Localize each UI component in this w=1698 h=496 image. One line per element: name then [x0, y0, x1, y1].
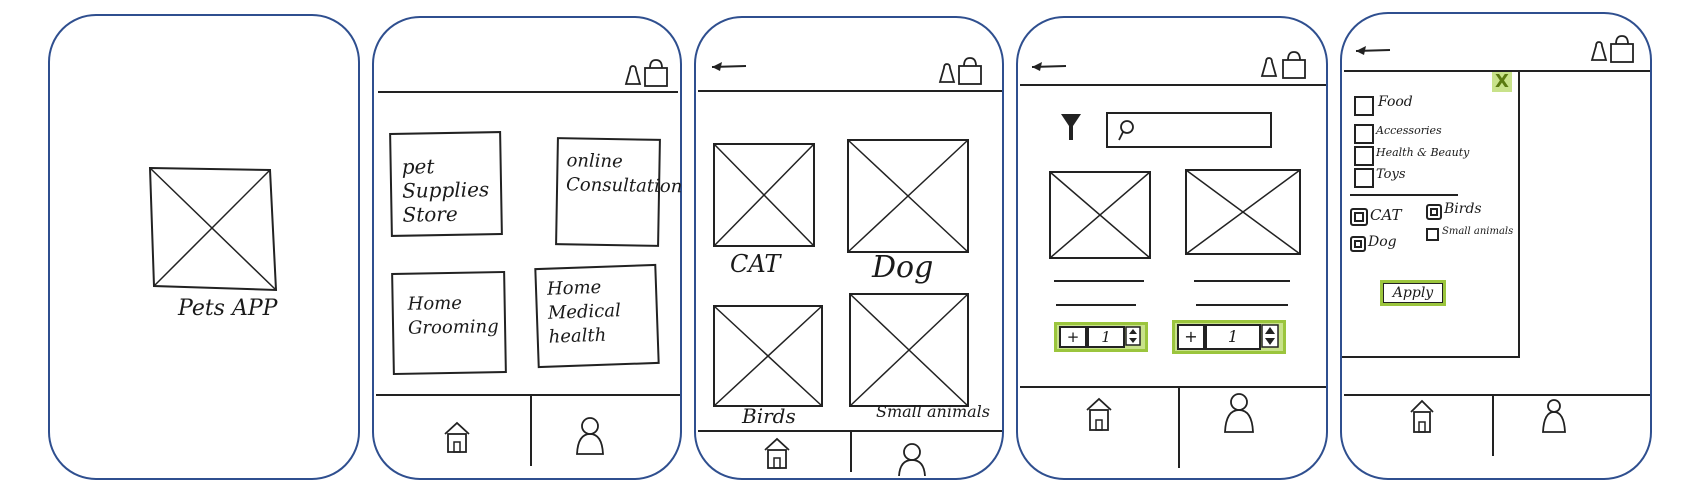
checkbox[interactable]: [1350, 236, 1366, 252]
app-title: Pets APP: [178, 296, 278, 321]
apply-button[interactable]: Apply: [1380, 280, 1446, 306]
category-label-small-animals: Small animals: [876, 402, 990, 421]
spin-arrows-icon[interactable]: [1125, 326, 1141, 346]
bottom-nav-separator: [530, 396, 532, 466]
qty-label: 1: [1227, 327, 1239, 346]
tile-label: pet Supplies Store: [401, 154, 490, 227]
option-label: Accessories: [1376, 124, 1442, 137]
checkbox[interactable]: [1354, 96, 1374, 116]
plus-label: +: [1066, 328, 1080, 346]
tile-label: online Consultation: [565, 150, 683, 198]
checkbox[interactable]: [1354, 124, 1374, 144]
checkbox[interactable]: [1426, 204, 1442, 220]
search-icon: [1118, 120, 1134, 141]
product-price-line: [1196, 304, 1288, 306]
tile-label: Home Grooming: [407, 292, 499, 339]
qty-label: 1: [1101, 328, 1111, 346]
option-label: Health & Beauty: [1376, 146, 1470, 159]
header-divider: [1020, 84, 1326, 86]
tile-online-consultation[interactable]: online Consultation: [555, 137, 683, 247]
screen-splash: Pets APP: [48, 14, 360, 480]
bottom-nav-separator: [850, 432, 852, 472]
home-icon[interactable]: [1084, 396, 1114, 432]
option-label: CAT: [1370, 206, 1402, 224]
shopping-bag-icon[interactable]: [956, 56, 984, 86]
back-arrow-icon[interactable]: [1028, 58, 1068, 76]
product-price-line: [1056, 304, 1136, 306]
screen-categories: CAT Dog Birds Small animals: [694, 16, 1004, 480]
category-image-cat[interactable]: [712, 142, 816, 248]
notification-bell-icon[interactable]: [1258, 56, 1280, 82]
quantity-value: 1: [1205, 324, 1261, 350]
header-divider: [698, 90, 1002, 92]
bottom-nav-divider: [376, 394, 680, 396]
product-image[interactable]: [1184, 168, 1302, 256]
checkbox[interactable]: [1350, 208, 1368, 226]
category-image-small-animals[interactable]: [848, 292, 970, 408]
tile-pet-supplies-store[interactable]: pet Supplies Store: [389, 131, 503, 237]
category-image-birds[interactable]: [712, 304, 824, 408]
notification-bell-icon[interactable]: [1588, 40, 1610, 66]
section-divider: [1350, 194, 1458, 196]
screen-products: + 1 + 1: [1016, 16, 1328, 480]
checkbox[interactable]: [1354, 146, 1374, 166]
shopping-bag-icon[interactable]: [642, 58, 670, 88]
category-label-cat: CAT: [730, 250, 781, 278]
notification-bell-icon[interactable]: [936, 62, 958, 88]
screen-home: pet Supplies Store online Consultation H…: [372, 16, 682, 480]
product-image[interactable]: [1048, 170, 1152, 260]
quantity-stepper[interactable]: + 1: [1172, 320, 1286, 354]
increment-button[interactable]: +: [1177, 324, 1205, 350]
apply-button-label: Apply: [1383, 283, 1443, 303]
quantity-stepper[interactable]: + 1: [1054, 322, 1148, 352]
back-arrow-icon[interactable]: [708, 58, 748, 76]
app-logo-placeholder: [148, 166, 278, 292]
filter-drawer: X Food Accessories Health & Beauty Toys …: [1342, 70, 1520, 358]
bottom-nav-divider: [1344, 394, 1650, 396]
option-label: Small animals: [1442, 226, 1514, 237]
filter-icon[interactable]: [1060, 112, 1082, 142]
category-label-dog: Dog: [872, 250, 934, 285]
bottom-nav-divider: [1020, 386, 1326, 388]
shopping-bag-icon[interactable]: [1608, 34, 1636, 64]
checkbox[interactable]: [1354, 168, 1374, 188]
plus-label: +: [1184, 327, 1198, 346]
profile-icon[interactable]: [896, 442, 928, 476]
checkbox[interactable]: [1426, 228, 1439, 241]
bottom-nav-separator: [1492, 396, 1494, 456]
home-icon[interactable]: [1408, 398, 1436, 434]
bottom-nav-separator: [1178, 388, 1180, 468]
option-label: Food: [1378, 94, 1413, 110]
search-input[interactable]: [1106, 112, 1272, 148]
home-icon[interactable]: [442, 420, 472, 454]
profile-icon[interactable]: [1540, 398, 1568, 434]
quantity-value: 1: [1087, 326, 1125, 348]
tile-home-medical-health[interactable]: Home Medical health: [534, 263, 660, 369]
screen-filter: X Food Accessories Health & Beauty Toys …: [1340, 12, 1652, 480]
product-name-line: [1194, 280, 1290, 282]
header-divider: [378, 91, 678, 93]
tile-label: Home Medical health: [546, 276, 622, 348]
product-name-line: [1054, 280, 1144, 282]
back-arrow-icon[interactable]: [1352, 42, 1392, 60]
spin-arrows-icon[interactable]: [1261, 324, 1279, 348]
category-label-birds: Birds: [742, 404, 796, 428]
notification-bell-icon[interactable]: [622, 64, 644, 90]
category-image-dog[interactable]: [846, 138, 970, 254]
tile-home-grooming[interactable]: Home Grooming: [391, 271, 507, 375]
shopping-bag-icon[interactable]: [1280, 50, 1308, 80]
profile-icon[interactable]: [574, 416, 606, 456]
profile-icon[interactable]: [1222, 392, 1256, 434]
increment-button[interactable]: +: [1059, 326, 1087, 348]
home-icon[interactable]: [762, 436, 792, 470]
close-button[interactable]: X: [1492, 72, 1512, 92]
option-label: Birds: [1444, 201, 1482, 217]
option-label: Dog: [1368, 234, 1397, 250]
close-icon: X: [1495, 71, 1509, 92]
option-label: Toys: [1376, 167, 1406, 182]
